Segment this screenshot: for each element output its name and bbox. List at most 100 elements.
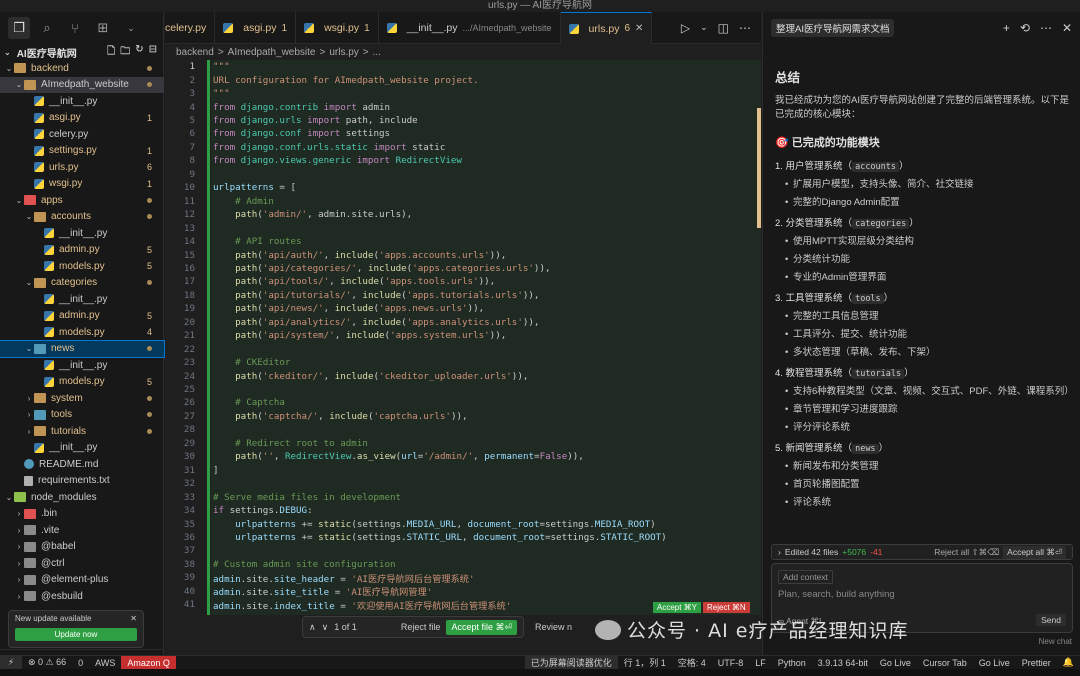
list-item: 分类统计功能	[775, 254, 1071, 266]
tree-file[interactable]: settings.py 1	[0, 143, 164, 160]
next-change-icon[interactable]: ∨	[322, 622, 329, 633]
more-icon[interactable]: ⋯	[739, 21, 751, 35]
go-live-button[interactable]: Go Live	[874, 656, 917, 670]
tree-folder[interactable]: ⌄ node_modules	[0, 489, 164, 506]
tree-folder[interactable]: › system	[0, 390, 164, 407]
problems-status[interactable]: ⊗ 0 ⚠ 66	[22, 656, 72, 670]
editor-tab[interactable]: __init__.py .../AImedpath_website	[379, 12, 561, 44]
close-icon[interactable]: ✕	[130, 614, 137, 623]
remote-icon[interactable]: ⚡	[0, 655, 22, 670]
indentation[interactable]: 空格: 4	[672, 656, 712, 670]
editor-tab[interactable]: celery.py	[165, 12, 216, 44]
source-control-icon[interactable]: ⑂	[64, 17, 86, 39]
language-mode[interactable]: Python	[772, 656, 812, 670]
accept-all-button[interactable]: Accept all ⌘⏎	[1003, 545, 1066, 559]
breadcrumb-item[interactable]: urls.py	[329, 47, 358, 58]
tree-file[interactable]: models.py 4	[0, 324, 164, 341]
encoding[interactable]: UTF-8	[712, 656, 750, 670]
warnings-count[interactable]: 0	[72, 656, 89, 670]
extensions-icon[interactable]: ⊞	[92, 17, 114, 39]
refresh-icon[interactable]: ↻	[135, 44, 143, 61]
new-file-icon[interactable]: 🗋	[107, 44, 115, 61]
tree-file[interactable]: requirements.txt	[0, 473, 164, 490]
tree-folder[interactable]: › @element-plus	[0, 572, 164, 589]
plus-icon[interactable]: +	[1003, 21, 1010, 35]
tree-file[interactable]: models.py 5	[0, 374, 164, 391]
tree-folder[interactable]: › tutorials	[0, 423, 164, 440]
cursor-tab-status[interactable]: Cursor Tab	[917, 656, 973, 670]
chat-tab-title[interactable]: 整理AI医疗导航网需求文档	[771, 19, 895, 37]
new-folder-icon[interactable]: 🗀	[120, 44, 130, 61]
collapse-all-icon[interactable]: ⊟	[149, 44, 157, 61]
close-icon[interactable]: ✕	[1062, 21, 1072, 35]
tree-file[interactable]: __init__.py	[0, 225, 164, 242]
accept-file-button[interactable]: Accept file ⌘⏎	[446, 619, 517, 635]
editor-tab[interactable]: wsgi.py 1	[296, 12, 379, 44]
python-file-icon	[34, 96, 44, 107]
prettier-status[interactable]: Prettier	[1016, 656, 1057, 670]
breadcrumb-item[interactable]: AImedpath_website	[228, 47, 316, 58]
tree-file[interactable]: __init__.py	[0, 291, 164, 308]
tree-file[interactable]: __init__.py	[0, 357, 164, 374]
editor-tab[interactable]: asgi.py 1	[215, 12, 297, 44]
breadcrumb-item[interactable]: backend	[176, 47, 214, 58]
tree-folder[interactable]: › tools	[0, 407, 164, 424]
reject-file-button[interactable]: Reject file	[401, 622, 441, 632]
python-version[interactable]: 3.9.13 64-bit	[812, 656, 874, 670]
history-icon[interactable]: ⟲	[1020, 21, 1030, 35]
tree-folder[interactable]: › .bin	[0, 506, 164, 523]
tree-file[interactable]: admin.py 5	[0, 308, 164, 325]
chevron-right-icon[interactable]: ›	[778, 547, 781, 557]
aws-status[interactable]: AWS	[89, 656, 121, 670]
line-ending[interactable]: LF	[749, 656, 772, 670]
reject-change-button[interactable]: Reject ⌘N	[703, 602, 750, 613]
split-editor-icon[interactable]: ◫	[718, 21, 729, 35]
screen-reader-status[interactable]: 已为屏幕阅读器优化	[524, 655, 618, 670]
edited-files-label[interactable]: Edited 42 files	[785, 547, 838, 557]
close-icon[interactable]: ✕	[635, 23, 643, 34]
tree-file[interactable]: admin.py 5	[0, 242, 164, 259]
tree-file[interactable]: __init__.py	[0, 440, 164, 457]
tree-folder[interactable]: ⌄ AImedpath_website	[0, 76, 164, 93]
search-icon[interactable]: ⌕	[36, 17, 58, 39]
cursor-position[interactable]: 行 1，列 1	[618, 656, 672, 670]
new-chat-link[interactable]: New chat	[1039, 637, 1072, 646]
explorer-root[interactable]: ⌄ AI医疗导航网 🗋 🗀 ↻ ⊟	[0, 44, 163, 60]
chat-input-placeholder[interactable]: Plan, search, build anything	[778, 589, 895, 600]
tree-folder[interactable]: ⌄ news	[0, 339, 165, 358]
tree-folder[interactable]: ⌄ apps	[0, 192, 164, 209]
tree-file[interactable]: wsgi.py 1	[0, 176, 164, 193]
chevron-down-icon[interactable]: ⌄	[120, 17, 142, 39]
editor-tab[interactable]: urls.py 6 ✕	[560, 12, 653, 44]
tree-folder[interactable]: › @esbuild	[0, 588, 164, 605]
code-editor[interactable]: 1 """ 2 URL configuration for AImedpath_web…	[165, 60, 761, 620]
tree-file[interactable]: models.py 5	[0, 258, 164, 275]
tree-file[interactable]: asgi.py 1	[0, 110, 164, 127]
add-context-button[interactable]: Add context	[778, 570, 833, 584]
tree-folder[interactable]: › @babel	[0, 539, 164, 556]
tree-file[interactable]: celery.py	[0, 126, 164, 143]
tree-folder[interactable]: ⌄ backend	[0, 60, 164, 77]
tree-file[interactable]: urls.py 6	[0, 159, 164, 176]
send-button[interactable]: Send	[1036, 614, 1066, 626]
tree-file[interactable]: README.md	[0, 456, 164, 473]
run-icon[interactable]: ▷	[681, 21, 690, 35]
go-live-button-2[interactable]: Go Live	[973, 656, 1016, 670]
more-icon[interactable]: ⋯	[1040, 21, 1052, 35]
accept-change-button[interactable]: Accept ⌘Y	[653, 602, 702, 613]
review-next-button[interactable]: Review n	[535, 616, 572, 638]
tree-file[interactable]: __init__.py	[0, 93, 164, 110]
amazon-q-status[interactable]: Amazon Q	[121, 655, 176, 670]
line-number: 30	[183, 451, 195, 463]
tree-folder[interactable]: ⌄ accounts	[0, 209, 164, 226]
tree-folder[interactable]: › @ctrl	[0, 555, 164, 572]
notifications-icon[interactable]: 🔔	[1057, 656, 1080, 670]
prev-change-icon[interactable]: ∧	[309, 622, 316, 633]
breadcrumb-item[interactable]: ...	[373, 47, 381, 58]
chevron-down-icon[interactable]: ⌄	[700, 22, 708, 33]
update-now-button[interactable]: Update now	[15, 628, 137, 641]
reject-all-button[interactable]: Reject all ⇧⌘⌫	[934, 547, 999, 558]
tree-folder[interactable]: ⌄ categories	[0, 275, 164, 292]
tree-folder[interactable]: › .vite	[0, 522, 164, 539]
explorer-icon[interactable]: ❐	[8, 17, 30, 39]
